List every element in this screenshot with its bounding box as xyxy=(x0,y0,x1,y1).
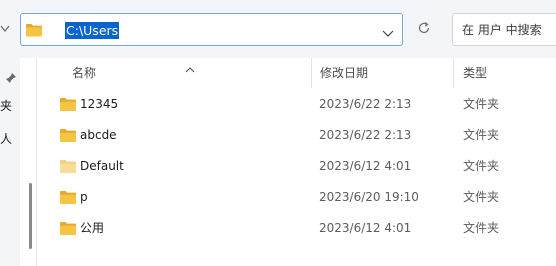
search-placeholder: 在 用户 中搜索 xyxy=(462,23,542,37)
file-name: 12345 xyxy=(80,97,119,111)
navigation-pane: 夹 人 xyxy=(0,58,20,266)
folder-icon xyxy=(59,221,77,236)
file-type: 文件夹 xyxy=(463,159,500,173)
file-name: Default xyxy=(80,159,124,173)
refresh-button[interactable] xyxy=(407,13,440,46)
sort-ascending-icon xyxy=(185,59,195,73)
back-caret-icon[interactable] xyxy=(0,22,10,36)
nav-scrollbar[interactable] xyxy=(29,183,32,249)
file-name: 公用 xyxy=(80,221,105,235)
file-name: p xyxy=(80,190,88,204)
file-row[interactable]: p 2023/6/20 19:10 文件夹 xyxy=(37,182,556,213)
address-bar[interactable]: C:\Users xyxy=(20,13,403,46)
search-input[interactable]: 在 用户 中搜索 xyxy=(452,13,556,46)
file-date: 2023/6/22 2:13 xyxy=(319,128,412,142)
pin-icon[interactable] xyxy=(5,69,17,83)
refresh-icon xyxy=(417,20,431,39)
file-row[interactable]: 12345 2023/6/22 2:13 文件夹 xyxy=(37,89,556,120)
file-type: 文件夹 xyxy=(463,190,500,204)
column-header-name[interactable]: 名称 xyxy=(72,58,96,88)
file-dialog: C:\Users 在 用户 中搜索 夹 人 名称 修改日期 类型 12345 2… xyxy=(0,0,556,266)
folder-icon xyxy=(59,159,77,174)
file-date: 2023/6/22 2:13 xyxy=(319,97,412,111)
address-toolbar: C:\Users 在 用户 中搜索 xyxy=(0,0,556,58)
file-row[interactable]: abcde 2023/6/22 2:13 文件夹 xyxy=(37,120,556,151)
file-name: abcde xyxy=(80,128,117,142)
column-header-date[interactable]: 修改日期 xyxy=(320,58,368,88)
file-date: 2023/6/12 4:01 xyxy=(319,221,412,235)
nav-item-label[interactable]: 人 xyxy=(0,131,20,147)
file-row[interactable]: 公用 2023/6/12 4:01 文件夹 xyxy=(37,213,556,244)
column-header-type[interactable]: 类型 xyxy=(463,58,487,88)
address-path[interactable]: C:\Users xyxy=(65,22,120,39)
file-type: 文件夹 xyxy=(463,221,500,235)
nav-item-label[interactable]: 夹 xyxy=(0,98,20,114)
file-date: 2023/6/20 19:10 xyxy=(319,190,419,204)
file-list: 名称 修改日期 类型 12345 2023/6/22 2:13 文件夹 abcd… xyxy=(37,58,556,266)
folder-icon xyxy=(59,128,77,143)
file-row[interactable]: Default 2023/6/12 4:01 文件夹 xyxy=(37,151,556,182)
folder-icon xyxy=(59,190,77,205)
chevron-down-icon[interactable] xyxy=(381,24,395,37)
file-date: 2023/6/12 4:01 xyxy=(319,159,412,173)
file-type: 文件夹 xyxy=(463,97,500,111)
folder-icon xyxy=(25,22,43,37)
file-type: 文件夹 xyxy=(463,128,500,142)
column-separator[interactable] xyxy=(453,58,454,88)
folder-icon xyxy=(59,97,77,112)
column-separator[interactable] xyxy=(311,58,312,88)
